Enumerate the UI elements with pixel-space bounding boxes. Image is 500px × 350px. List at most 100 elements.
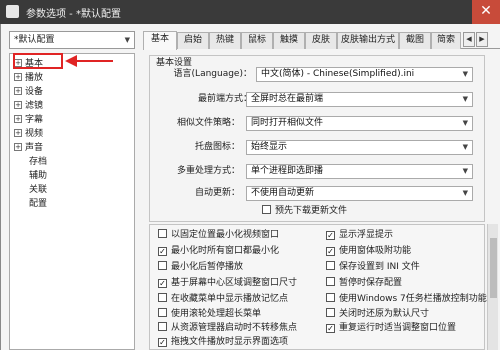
checkbox-box[interactable] — [158, 308, 167, 317]
checkbox-box[interactable] — [326, 261, 335, 270]
close-button[interactable]: ✕ — [472, 0, 500, 24]
language-select[interactable]: 中文(简体) - Chinese(Simplified).ini ▼ — [256, 67, 473, 82]
checkbox-label: 在收藏菜单中显示播放记忆点 — [171, 294, 289, 304]
expand-icon[interactable]: + — [14, 143, 22, 151]
tree-item-device[interactable]: + 设备 — [14, 85, 43, 99]
checkbox-label: 使用滚轮处理超长菜单 — [171, 309, 262, 319]
expand-icon[interactable]: + — [14, 129, 22, 137]
option-checkbox[interactable]: 保存设置到 INI 文件 — [326, 261, 420, 274]
checkbox-label: 使用窗体吸附功能 — [339, 246, 412, 256]
tree-item-filter[interactable]: + 滤镜 — [14, 99, 43, 113]
checkbox-box[interactable] — [262, 205, 271, 214]
checkbox-label: 显示浮显提示 — [339, 230, 394, 240]
checkbox-box[interactable] — [158, 229, 167, 238]
tab-scroll-left-icon[interactable]: ◀ — [463, 32, 475, 47]
tab-skin-output[interactable]: 皮肤输出方式 — [337, 32, 399, 49]
tree-item-association[interactable]: 关联 — [29, 183, 47, 197]
option-checkbox[interactable]: ✓ 使用窗体吸附功能 — [326, 245, 411, 258]
highlight-box — [13, 53, 63, 69]
predownload-checkbox[interactable]: 预先下载更新文件 — [262, 205, 347, 218]
check-icon[interactable]: ✓ — [326, 247, 335, 256]
chevron-down-icon: ▼ — [462, 189, 468, 197]
topmost-value: 全屏时总在最前端 — [251, 94, 324, 104]
tray-icon-value: 始终显示 — [251, 142, 288, 152]
tree-item-video[interactable]: + 视频 — [14, 127, 43, 141]
chevron-down-icon: ▼ — [462, 119, 468, 127]
option-checkbox[interactable]: ✓ 显示浮显提示 — [326, 229, 393, 242]
checkbox-label: 拖拽文件播放时显示界面选项 — [171, 337, 289, 347]
tray-icon-select[interactable]: 始终显示 ▼ — [246, 140, 473, 155]
tree-item-assist[interactable]: 辅助 — [29, 169, 47, 183]
tree-item-label: 播放 — [25, 73, 44, 83]
tree-item-label: 设备 — [25, 87, 44, 97]
tab-screenshot[interactable]: 截图 — [399, 32, 431, 49]
language-label: 语言(Language)： — [173, 69, 252, 79]
app-icon — [6, 5, 19, 18]
expand-icon[interactable]: + — [14, 115, 22, 123]
chevron-down-icon: ▼ — [462, 95, 468, 103]
option-checkbox[interactable]: 在收藏菜单中显示播放记忆点 — [158, 293, 288, 306]
option-checkbox[interactable]: 最小化后暂停播放 — [158, 261, 243, 274]
tab-search[interactable]: 简索 — [431, 32, 461, 49]
option-checkbox[interactable]: ✓ 重复运行时适当调整窗口位置 — [326, 322, 456, 335]
tab-scroll-right-icon[interactable]: ▶ — [476, 32, 488, 47]
category-tree: + 基本 + 播放 + 设备 + 滤镜 + 字幕 + 视频 + 声音 存档 辅助 关联 配置 — [9, 53, 135, 350]
option-checkbox[interactable]: 使用滚轮处理超长菜单 — [158, 308, 261, 321]
check-icon[interactable]: ✓ — [158, 247, 167, 256]
checkbox-label: 暂停时保存配置 — [339, 278, 403, 288]
option-checkbox[interactable]: 暂停时保存配置 — [326, 277, 402, 290]
check-icon[interactable]: ✓ — [158, 279, 167, 288]
auto-update-select[interactable]: 不使用自动更新 ▼ — [246, 186, 473, 201]
option-checkbox[interactable]: ✓ 拖拽文件播放时显示界面选项 — [158, 336, 288, 349]
tab-startup[interactable]: 启始 — [177, 32, 209, 49]
tab-mouse[interactable]: 鼠标 — [241, 32, 273, 49]
similar-file-select[interactable]: 同时打开相似文件 ▼ — [246, 116, 473, 131]
chevron-down-icon: ▼ — [462, 167, 468, 175]
tab-skin[interactable]: 皮肤 — [305, 32, 337, 49]
tab-hotkeys[interactable]: 热键 — [209, 32, 241, 49]
option-checkbox[interactable]: 从资源管理器启动时不转移焦点 — [158, 322, 297, 335]
expand-icon[interactable]: + — [14, 73, 22, 81]
check-icon[interactable]: ✓ — [326, 231, 335, 240]
option-checkbox[interactable]: 以固定位置最小化视频窗口 — [158, 229, 279, 242]
multi-process-select[interactable]: 单个进程即选即播 ▼ — [246, 164, 473, 179]
checkbox-box[interactable] — [326, 308, 335, 317]
checkbox-box[interactable] — [158, 261, 167, 270]
topmost-label: 最前端方式： — [197, 94, 252, 104]
checkbox-box[interactable] — [158, 322, 167, 331]
check-icon[interactable]: ✓ — [326, 324, 335, 333]
tree-item-label: 配置 — [29, 199, 48, 209]
checkbox-label: 使用Windows 7任务栏播放控制功能 — [339, 294, 487, 304]
chevron-down-icon: ▼ — [124, 36, 130, 44]
expand-icon[interactable]: + — [14, 101, 22, 109]
tree-item-audio[interactable]: + 声音 — [14, 141, 43, 155]
tree-item-config[interactable]: 配置 — [29, 197, 47, 211]
tree-item-playback[interactable]: + 播放 — [14, 71, 43, 85]
checkbox-box[interactable] — [326, 277, 335, 286]
expand-icon[interactable]: + — [14, 87, 22, 95]
check-icon[interactable]: ✓ — [158, 338, 167, 347]
tree-item-subtitle[interactable]: + 字幕 — [14, 113, 43, 127]
tab-strip: 基本 启始 热键 鼠标 触摸 皮肤 皮肤输出方式 截图 简索 ◀ ▶ — [143, 31, 500, 50]
scrollbar-thumb[interactable] — [490, 238, 497, 298]
similar-file-label: 相似文件策略： — [176, 118, 240, 128]
tab-basic[interactable]: 基本 — [143, 31, 177, 50]
option-checkbox[interactable]: 使用Windows 7任务栏播放控制功能 — [326, 293, 487, 306]
checkbox-box[interactable] — [158, 293, 167, 302]
option-checkbox[interactable]: ✓ 基于屏幕中心区域调整窗口尺寸 — [158, 277, 297, 290]
tree-item-label: 关联 — [29, 185, 48, 195]
options-scrollbar[interactable] — [487, 224, 498, 350]
checkbox-label: 重复运行时适当调整窗口位置 — [339, 323, 457, 333]
tree-item-archive[interactable]: 存档 — [29, 155, 47, 169]
tab-touch[interactable]: 触摸 — [273, 32, 305, 49]
option-checkbox[interactable]: 关闭时还原为默认尺寸 — [326, 308, 429, 321]
preset-dropdown[interactable]: *默认配置 ▼ — [9, 31, 135, 49]
tree-item-label: 声音 — [25, 143, 44, 153]
checkbox-label: 以固定位置最小化视频窗口 — [171, 230, 280, 240]
tree-item-label: 辅助 — [29, 171, 48, 181]
chevron-down-icon: ▼ — [462, 70, 468, 78]
title-bar: 参数选项 - *默认配置 ✕ — [0, 0, 500, 24]
topmost-select[interactable]: 全屏时总在最前端 ▼ — [246, 92, 473, 107]
checkbox-box[interactable] — [326, 293, 335, 302]
option-checkbox[interactable]: ✓ 最小化时所有窗口都最小化 — [158, 245, 279, 258]
